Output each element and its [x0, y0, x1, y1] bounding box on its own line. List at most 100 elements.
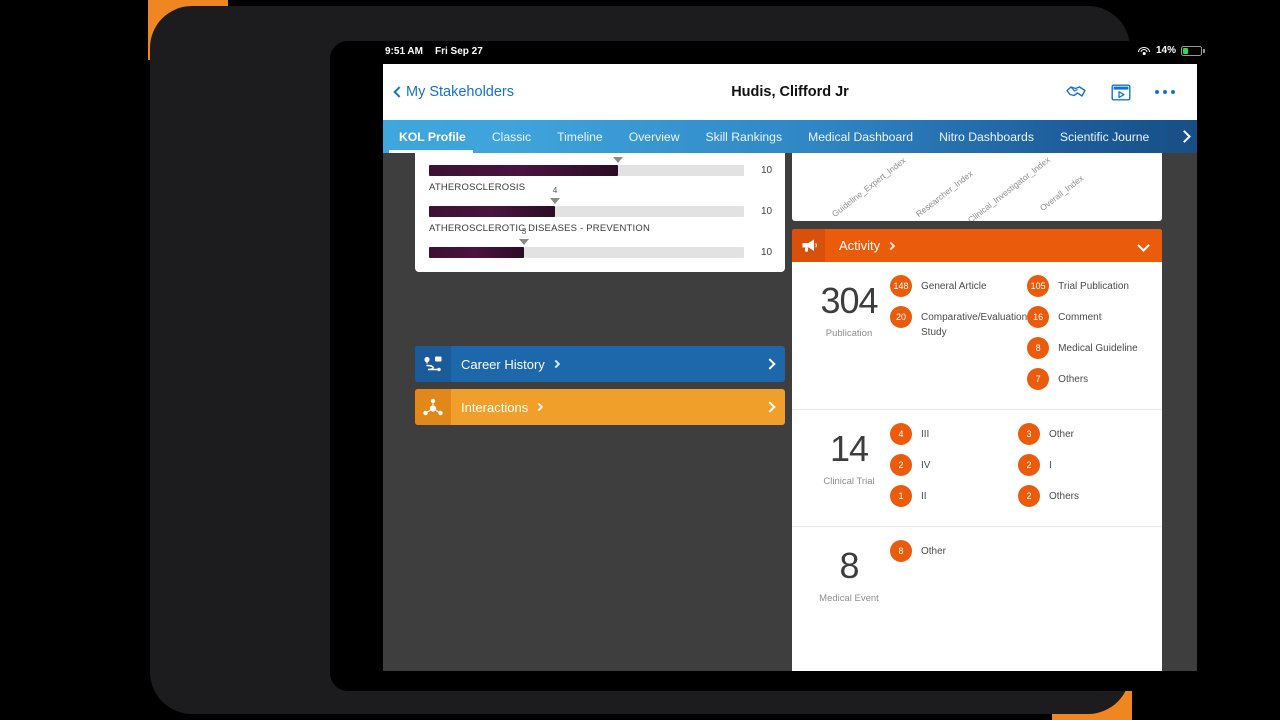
activity-item[interactable]: 2 I [1018, 454, 1146, 476]
activity-count-badge: 2 [1018, 454, 1040, 476]
activity-item[interactable]: 16 Comment [1027, 306, 1146, 328]
chevron-down-icon[interactable] [1137, 239, 1150, 252]
chevron-right-icon [551, 359, 561, 369]
activity-item[interactable]: 3 Other [1018, 423, 1146, 445]
skill-rankings-card: 10 ATHEROSCLEROSIS 4 10 ATHEROSCLEROTIC … [415, 153, 785, 272]
skill-bar: 4 10 [429, 185, 772, 217]
skill-max-value: 10 [761, 165, 773, 176]
career-history-label: Career History [461, 356, 545, 372]
tab-overview[interactable]: Overview [616, 120, 693, 153]
activity-total-number: 8 [839, 545, 859, 586]
career-history-open-icon[interactable] [764, 355, 776, 373]
activity-column-left: 4 III 2 IV 1 II [890, 423, 1018, 516]
skill-bar-fill [429, 206, 555, 217]
activity-item[interactable]: 20 Comparative/Evaluation Study [890, 306, 1027, 340]
activity-card-header[interactable]: Activity [792, 229, 1162, 262]
skill-row: ATHEROSCLEROSIS 4 10 [429, 182, 772, 217]
activity-count-badge: 8 [890, 540, 912, 562]
tab-medical-dashboard[interactable]: Medical Dashboard [795, 120, 926, 153]
activity-title-wrap: Activity [839, 238, 896, 253]
activity-count-badge: 148 [890, 275, 912, 297]
chevron-right-icon [1178, 130, 1191, 143]
battery-percent-label: 14% [1155, 45, 1176, 56]
dot [1154, 89, 1159, 95]
skill-max-value: 10 [761, 247, 773, 258]
activity-breakdown: 148 General Article 20 Comparative/Evalu… [890, 275, 1146, 399]
chevron-right-icon [886, 241, 896, 250]
content-area: 10 ATHEROSCLEROSIS 4 10 ATHEROSCLEROTIC … [383, 153, 1197, 671]
activity-column-right: 105 Trial Publication 16 Comment 8 Medic… [1027, 275, 1146, 399]
tab-label: Classic [491, 129, 532, 144]
handshake-icon[interactable] [1065, 84, 1087, 100]
right-column: Guideline_Expert_Index Researcher_Index … [788, 153, 1197, 671]
tab-nitro-dashboards[interactable]: Nitro Dashboards [926, 120, 1047, 153]
activity-card: Activity 304 Publication 148 General Art… [792, 229, 1162, 671]
activity-item[interactable]: 2 IV [890, 454, 1018, 476]
more-dots-icon[interactable] [1154, 89, 1175, 95]
activity-item-label: Trial Publication [1058, 281, 1129, 292]
activity-item-label: Comparative/Evaluation Study [921, 312, 1028, 338]
back-to-my-stakeholders-button[interactable]: My Stakeholders [393, 84, 514, 100]
section-tab-bar: KOL Profile Classic Timeline Overview Sk… [383, 120, 1197, 153]
interactions-button[interactable]: Interactions [415, 389, 785, 425]
tab-timeline[interactable]: Timeline [544, 120, 616, 153]
career-history-button[interactable]: Career History [415, 346, 785, 382]
activity-item[interactable]: 105 Trial Publication [1027, 275, 1146, 297]
video-icon[interactable] [1111, 84, 1131, 101]
tab-classic[interactable]: Classic [479, 120, 544, 153]
skill-row: 10 [429, 157, 773, 176]
interactions-open-icon[interactable] [764, 398, 776, 416]
activity-item[interactable]: 8 Medical Guideline [1027, 337, 1146, 359]
activity-item[interactable]: 7 Others [1027, 368, 1146, 390]
activity-total: 304 Publication [808, 275, 890, 399]
activity-total-number: 14 [829, 428, 869, 469]
activity-item-label: II [921, 491, 927, 502]
tab-label: KOL Profile [399, 129, 466, 144]
index-axis-label: Clinical_Investigator_Index [965, 154, 1053, 221]
activity-item[interactable]: 148 General Article [890, 275, 1027, 297]
activity-count-badge: 8 [1027, 337, 1050, 359]
career-path-icon [415, 346, 451, 382]
skill-marker-icon [550, 198, 560, 204]
activity-item[interactable]: 4 III [890, 423, 1018, 445]
activity-column-left: 148 General Article 20 Comparative/Evalu… [890, 275, 1027, 399]
tab-label: Overview [628, 129, 680, 144]
activity-item[interactable]: 8 Other [890, 540, 1018, 562]
activity-count-badge: 1 [890, 485, 912, 507]
tab-kol-profile[interactable]: KOL Profile [383, 120, 479, 153]
activity-item-label: Comment [1058, 312, 1102, 323]
skill-label: ATHEROSCLEROSIS [429, 182, 526, 193]
activity-breakdown: 8 Other [890, 540, 1146, 604]
activity-title: Activity [839, 238, 881, 253]
tablet-device-frame: 9:51 AM Fri Sep 27 14% My Stakeholders H… [150, 6, 1250, 714]
tablet-screen: 9:51 AM Fri Sep 27 14% My Stakeholders H… [330, 41, 1250, 691]
tab-scientific-journey[interactable]: Scientific Journe [1047, 120, 1162, 153]
index-axis-label: Guideline_Expert_Index [829, 155, 908, 219]
tab-label: Skill Rankings [705, 129, 783, 144]
wifi-icon [1138, 46, 1151, 56]
activity-item[interactable]: 1 II [890, 485, 1018, 507]
left-column: 10 ATHEROSCLEROSIS 4 10 ATHEROSCLEROTIC … [383, 153, 788, 671]
index-chart-card: Guideline_Expert_Index Researcher_Index … [792, 153, 1162, 221]
index-axis-label: Overall_Index [1037, 172, 1086, 213]
skill-bar: 3 10 [429, 226, 773, 258]
activity-item-label: Others [1049, 491, 1080, 502]
app-header: My Stakeholders Hudis, Clifford Jr [383, 64, 1197, 120]
activity-total-label: Publication [825, 328, 873, 339]
activity-count-badge: 2 [1018, 485, 1040, 507]
activity-total-label: Clinical Trial [823, 476, 875, 487]
skill-bar-fill [429, 247, 524, 258]
activity-item[interactable]: 2 Others [1018, 485, 1146, 507]
tabs-next-button[interactable] [1178, 120, 1197, 153]
activity-count-badge: 20 [890, 306, 912, 328]
activity-section-publication: 304 Publication 148 General Article 20 C… [792, 262, 1162, 410]
activity-item-label: Others [1058, 374, 1089, 385]
activity-column-right: 3 Other 2 I 2 Others [1018, 423, 1146, 516]
status-bar-left: 9:51 AM Fri Sep 27 [385, 46, 483, 57]
skill-marker-icon [613, 157, 623, 163]
tab-skill-rankings[interactable]: Skill Rankings [693, 120, 796, 153]
status-time: 9:51 AM [385, 46, 423, 57]
dot [1170, 89, 1175, 95]
activity-count-badge: 16 [1027, 306, 1050, 328]
activity-item-label: Other [921, 546, 947, 557]
